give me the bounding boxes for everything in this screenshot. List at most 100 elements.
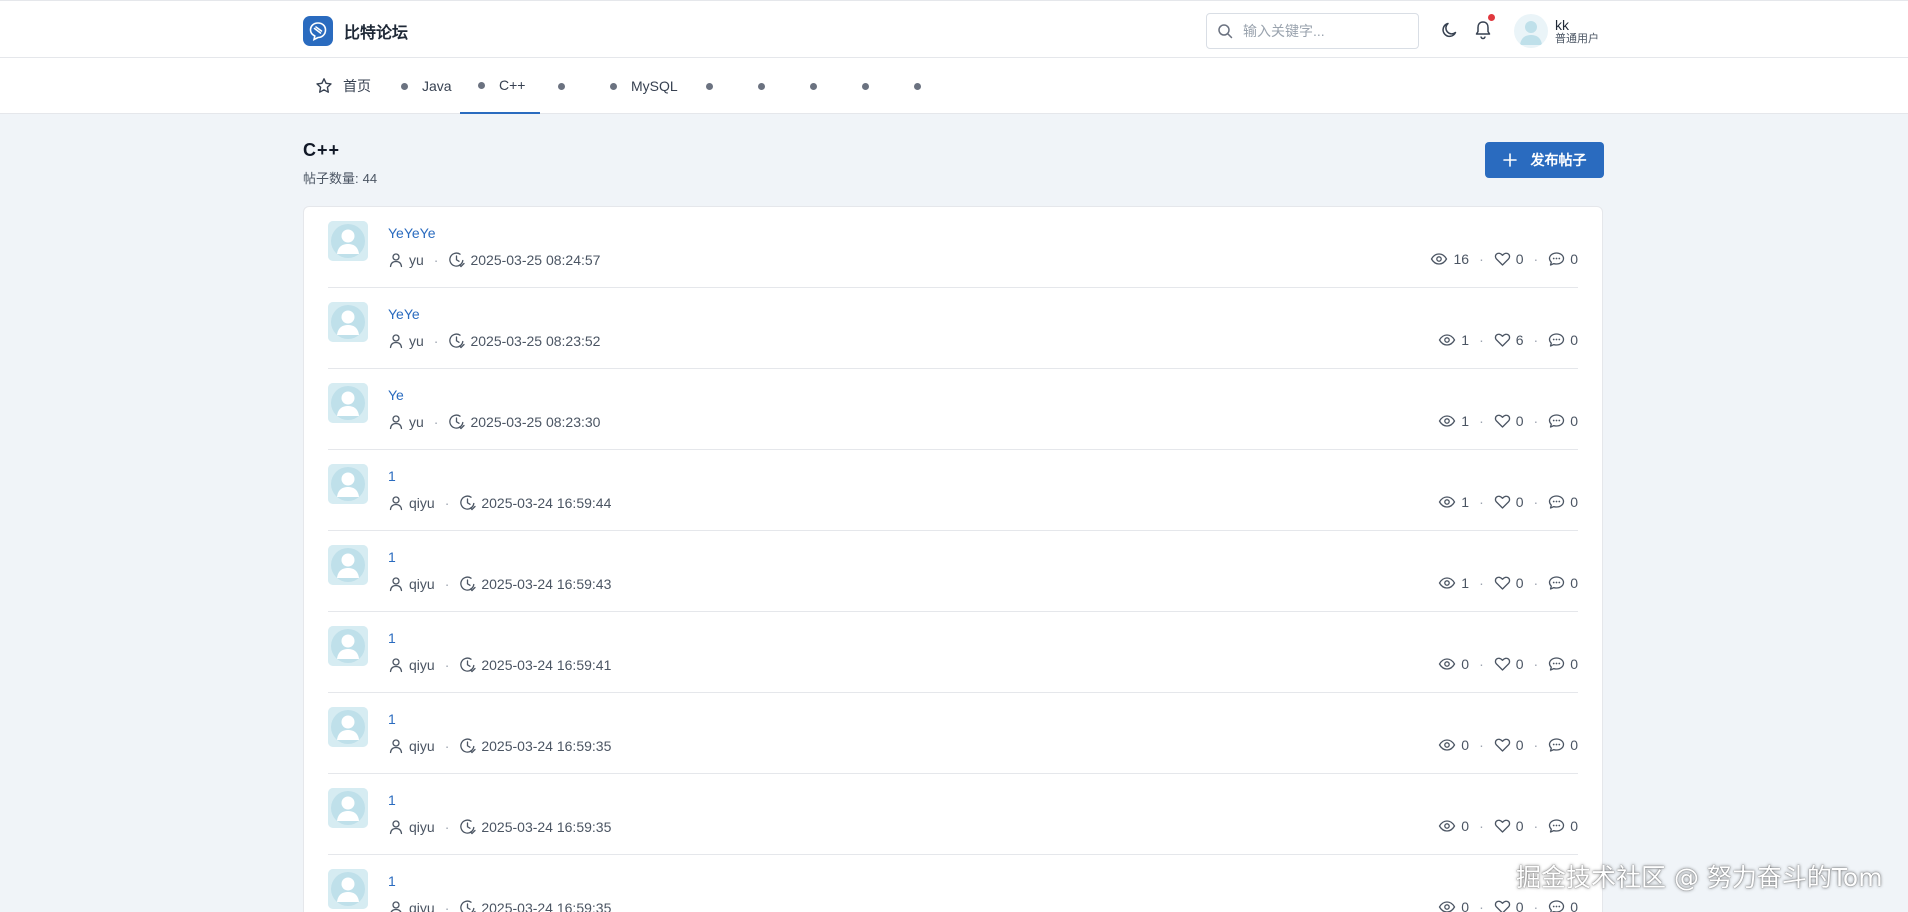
nav-item-unnamed-1[interactable] — [558, 58, 565, 114]
post-row[interactable]: 1 qiyu · 2025-03-24 16:59:41 0 · 0 · 0 — [328, 612, 1578, 693]
post-row[interactable]: 1 qiyu · 2025-03-24 16:59:44 1 · 0 · 0 — [328, 450, 1578, 531]
theme-toggle-moon-icon[interactable] — [1441, 21, 1459, 44]
heart-icon[interactable] — [1494, 575, 1511, 591]
stat-separator: · — [1533, 656, 1539, 672]
user-icon — [388, 819, 404, 835]
stat-separator: · — [1533, 575, 1539, 591]
stat-separator: · — [1533, 494, 1539, 510]
clock-icon — [459, 737, 477, 754]
nav-item-java[interactable]: Java — [401, 58, 452, 114]
new-post-button[interactable]: 发布帖子 — [1485, 142, 1604, 178]
heart-icon[interactable] — [1494, 818, 1511, 834]
post-author[interactable]: qiyu — [409, 900, 435, 912]
post-author[interactable]: qiyu — [409, 576, 435, 592]
author-avatar[interactable] — [328, 383, 368, 423]
user-icon — [388, 414, 404, 430]
post-title[interactable]: Ye — [388, 387, 404, 403]
comment-icon[interactable] — [1548, 413, 1565, 429]
stat-separator: · — [1533, 332, 1539, 348]
comment-count: 0 — [1570, 332, 1578, 348]
author-avatar[interactable] — [328, 869, 368, 909]
user-icon — [388, 252, 404, 268]
nav-item-unnamed-4[interactable] — [810, 58, 817, 114]
comment-icon[interactable] — [1548, 332, 1565, 348]
post-title[interactable]: YeYeYe — [388, 225, 436, 241]
post-author[interactable]: qiyu — [409, 495, 435, 511]
nav-item-unnamed-5[interactable] — [862, 58, 869, 114]
post-author[interactable]: qiyu — [409, 738, 435, 754]
post-row[interactable]: 1 qiyu · 2025-03-24 16:59:35 0 · 0 · 0 — [328, 855, 1578, 912]
clock-icon — [448, 413, 466, 430]
meta-separator: · — [444, 818, 450, 835]
search-box[interactable] — [1206, 13, 1419, 49]
nav-item-unnamed-3[interactable] — [758, 58, 765, 114]
heart-icon[interactable] — [1494, 494, 1511, 510]
user-menu[interactable]: kk 普通用户 — [1514, 14, 1599, 48]
post-author[interactable]: yu — [409, 414, 424, 430]
post-row[interactable]: Ye yu · 2025-03-25 08:23:30 1 · 0 · 0 — [328, 369, 1578, 450]
post-row[interactable]: 1 qiyu · 2025-03-24 16:59:43 1 · 0 · 0 — [328, 531, 1578, 612]
post-row[interactable]: 1 qiyu · 2025-03-24 16:59:35 0 · 0 · 0 — [328, 693, 1578, 774]
view-count: 0 — [1461, 737, 1470, 753]
comment-icon[interactable] — [1548, 737, 1565, 753]
post-title[interactable]: 1 — [388, 630, 396, 646]
user-icon — [388, 657, 404, 673]
post-title[interactable]: 1 — [388, 873, 396, 889]
post-count-label: 帖子数量: — [303, 171, 359, 186]
comment-icon[interactable] — [1548, 899, 1565, 912]
clock-icon — [459, 656, 477, 673]
comment-icon[interactable] — [1548, 494, 1565, 510]
post-row[interactable]: 1 qiyu · 2025-03-24 16:59:35 0 · 0 · 0 — [328, 774, 1578, 855]
author-avatar[interactable] — [328, 788, 368, 828]
nav-item-cpp[interactable]: C++ — [460, 58, 540, 114]
post-author[interactable]: yu — [409, 252, 424, 268]
heart-icon[interactable] — [1494, 251, 1511, 267]
post-title[interactable]: 1 — [388, 711, 396, 727]
brand-name: 比特论坛 — [344, 25, 409, 42]
comment-icon[interactable] — [1548, 575, 1565, 591]
author-avatar[interactable] — [328, 707, 368, 747]
author-avatar[interactable] — [328, 302, 368, 342]
nav-item-mysql[interactable]: MySQL — [610, 58, 678, 114]
author-avatar[interactable] — [328, 464, 368, 504]
user-icon — [388, 576, 404, 592]
post-count-value: 44 — [362, 171, 378, 186]
brand[interactable]: 比特论坛 — [303, 16, 408, 46]
meta-separator: · — [444, 737, 450, 754]
post-time: 2025-03-24 16:59:35 — [481, 899, 612, 912]
post-author[interactable]: qiyu — [409, 819, 435, 835]
notification-bell-icon[interactable] — [1474, 20, 1492, 45]
comment-count: 0 — [1570, 251, 1578, 267]
post-time: 2025-03-24 16:59:35 — [481, 818, 612, 835]
stat-separator: · — [1533, 737, 1539, 753]
nav-item-unnamed-6[interactable] — [914, 58, 921, 114]
heart-icon[interactable] — [1494, 413, 1511, 429]
nav-item-unnamed-2[interactable] — [706, 58, 713, 114]
post-author[interactable]: yu — [409, 333, 424, 349]
post-row[interactable]: YeYeYe yu · 2025-03-25 08:24:57 16 · 0 · — [328, 207, 1578, 288]
user-icon — [388, 495, 404, 511]
heart-icon[interactable] — [1494, 737, 1511, 753]
post-title[interactable]: YeYe — [388, 306, 420, 322]
post-title[interactable]: 1 — [388, 468, 396, 484]
meta-separator: · — [444, 656, 450, 673]
post-row[interactable]: YeYe yu · 2025-03-25 08:23:52 1 · 6 · 0 — [328, 288, 1578, 369]
heart-icon[interactable] — [1494, 899, 1511, 912]
post-author[interactable]: qiyu — [409, 657, 435, 673]
nav-item-home[interactable]: 首页 — [315, 58, 371, 114]
like-count: 0 — [1515, 251, 1524, 267]
view-count: 1 — [1461, 332, 1470, 348]
heart-icon[interactable] — [1494, 332, 1511, 348]
heart-icon[interactable] — [1494, 656, 1511, 672]
comment-icon[interactable] — [1548, 251, 1565, 267]
search-input[interactable] — [1243, 23, 1403, 39]
author-avatar[interactable] — [328, 626, 368, 666]
stat-separator: · — [1479, 656, 1484, 672]
comment-icon[interactable] — [1548, 818, 1565, 834]
post-title[interactable]: 1 — [388, 792, 396, 808]
author-avatar[interactable] — [328, 221, 368, 261]
stat-separator: · — [1479, 332, 1484, 348]
author-avatar[interactable] — [328, 545, 368, 585]
comment-icon[interactable] — [1548, 656, 1565, 672]
post-title[interactable]: 1 — [388, 549, 396, 565]
